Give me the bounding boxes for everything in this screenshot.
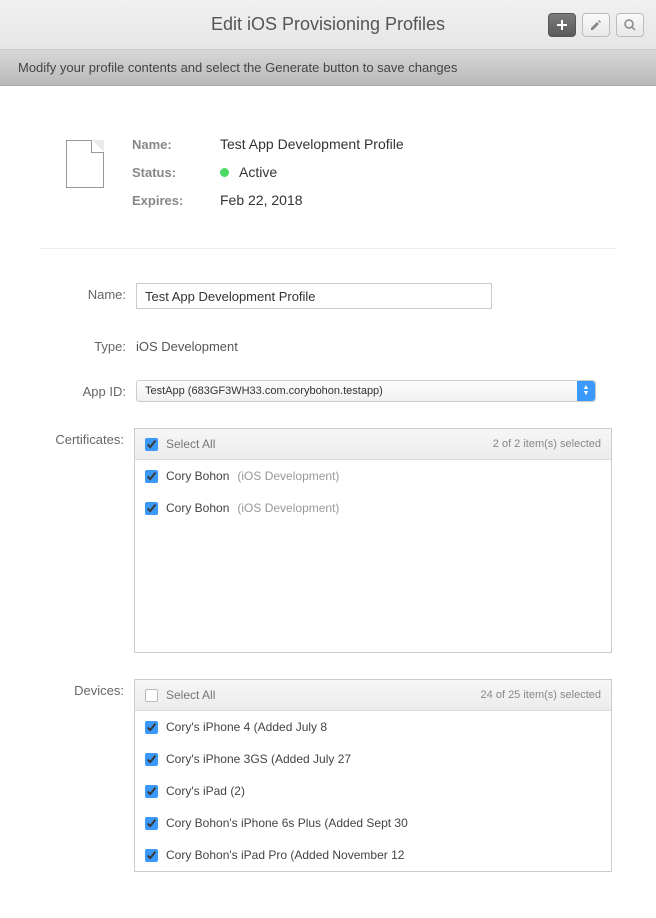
certificates-list: Select All 2 of 2 item(s) selected Cory …	[134, 428, 612, 653]
type-value: iOS Development	[136, 335, 612, 354]
plus-icon	[556, 19, 568, 31]
appid-select[interactable]: TestApp (683GF3WH33.com.corybohon.testap…	[136, 380, 596, 402]
list-item: Cory's iPhone 4 (Added July 8	[135, 711, 611, 743]
device-label: Cory Bohon's iPhone 6s Plus (Added Sept …	[166, 816, 408, 830]
list-item: Cory Bohon's iPhone 6s Plus (Added Sept …	[135, 807, 611, 839]
profile-summary: Name: Test App Development Profile Statu…	[40, 136, 616, 248]
subheader-text: Modify your profile contents and select …	[18, 60, 457, 75]
certificate-checkbox[interactable]	[145, 502, 158, 515]
summary-status-row: Active	[220, 164, 404, 180]
name-input[interactable]	[136, 283, 492, 309]
edit-button[interactable]	[582, 13, 610, 37]
certificates-select-all-label: Select All	[166, 437, 215, 451]
summary-expires-label: Expires:	[132, 193, 202, 208]
certificate-detail: (iOS Development)	[237, 501, 339, 515]
device-label: Cory's iPad (2)	[166, 784, 245, 798]
status-dot-icon	[220, 168, 229, 177]
devices-select-all-checkbox[interactable]	[145, 689, 158, 702]
certificate-detail: (iOS Development)	[237, 469, 339, 483]
form: Name: Type: iOS Development App ID: Test…	[40, 283, 616, 872]
divider	[40, 248, 616, 249]
device-label: Cory's iPhone 3GS (Added July 27	[166, 752, 351, 766]
summary-status-value: Active	[239, 164, 277, 180]
appid-label: App ID:	[44, 380, 136, 399]
device-checkbox[interactable]	[145, 785, 158, 798]
device-checkbox[interactable]	[145, 721, 158, 734]
list-item: Cory's iPhone 3GS (Added July 27	[135, 743, 611, 775]
document-icon	[66, 140, 104, 188]
certificates-header: Select All 2 of 2 item(s) selected	[135, 429, 611, 460]
device-checkbox[interactable]	[145, 849, 158, 862]
name-label: Name:	[44, 283, 136, 302]
certificate-name: Cory Bohon	[166, 501, 229, 515]
search-icon	[623, 18, 637, 32]
add-button[interactable]	[548, 13, 576, 37]
certificates-select-all-checkbox[interactable]	[145, 438, 158, 451]
form-row-type: Type: iOS Development	[44, 335, 612, 354]
certificates-label: Certificates:	[44, 428, 134, 447]
form-row-name: Name:	[44, 283, 612, 309]
device-checkbox[interactable]	[145, 753, 158, 766]
device-label: Cory's iPhone 4 (Added July 8	[166, 720, 327, 734]
list-item: Cory Bohon's iPad Pro (Added November 12	[135, 839, 611, 871]
list-item: Cory's iPad (2)	[135, 775, 611, 807]
summary-fields: Name: Test App Development Profile Statu…	[132, 136, 404, 208]
certificate-name: Cory Bohon	[166, 469, 229, 483]
type-label: Type:	[44, 335, 136, 354]
devices-list: Select All 24 of 25 item(s) selected Cor…	[134, 679, 612, 872]
list-item: Cory Bohon (iOS Development)	[135, 460, 611, 492]
certificate-checkbox[interactable]	[145, 470, 158, 483]
certificates-count: 2 of 2 item(s) selected	[493, 438, 601, 450]
header: Edit iOS Provisioning Profiles	[0, 0, 656, 50]
pencil-icon	[589, 18, 603, 32]
summary-name-label: Name:	[132, 137, 202, 152]
summary-name-value: Test App Development Profile	[220, 136, 404, 152]
certificates-body: Cory Bohon (iOS Development) Cory Bohon (i…	[135, 460, 611, 652]
list-item: Cory Bohon (iOS Development)	[135, 492, 611, 524]
device-checkbox[interactable]	[145, 817, 158, 830]
form-row-certificates: Certificates: Select All 2 of 2 item(s) …	[44, 428, 612, 653]
device-label: Cory Bohon's iPad Pro (Added November 12	[166, 848, 404, 862]
devices-count: 24 of 25 item(s) selected	[481, 689, 601, 701]
summary-status-label: Status:	[132, 165, 202, 180]
summary-expires-value: Feb 22, 2018	[220, 192, 404, 208]
page-title: Edit iOS Provisioning Profiles	[211, 14, 445, 35]
search-button[interactable]	[616, 13, 644, 37]
devices-select-all-label: Select All	[166, 688, 215, 702]
devices-body: Cory's iPhone 4 (Added July 8 Cory's iPh…	[135, 711, 611, 871]
devices-label: Devices:	[44, 679, 134, 698]
form-row-devices: Devices: Select All 24 of 25 item(s) sel…	[44, 679, 612, 872]
subheader: Modify your profile contents and select …	[0, 50, 656, 86]
content: Name: Test App Development Profile Statu…	[0, 86, 656, 918]
header-toolbar	[548, 13, 644, 37]
form-row-appid: App ID: TestApp (683GF3WH33.com.coryboho…	[44, 380, 612, 402]
devices-header: Select All 24 of 25 item(s) selected	[135, 680, 611, 711]
